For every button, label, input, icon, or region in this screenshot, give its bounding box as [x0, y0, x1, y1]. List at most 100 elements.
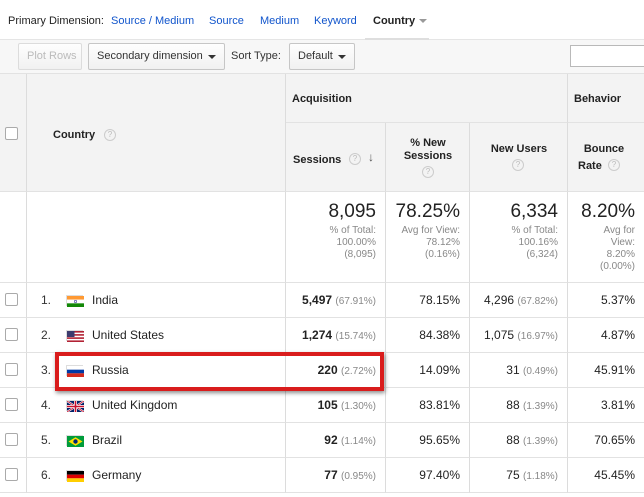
totals-bounce-sub: Avg for View: 8.20% (0.00%) — [599, 225, 635, 272]
row-new-users-cell: 31 (0.49%) — [470, 353, 568, 388]
bounce-rate-header-line2[interactable]: Rate — [578, 160, 602, 172]
row-new-users: 31 (0.49%) — [506, 363, 558, 377]
new-users-percent: (1.39%) — [522, 436, 558, 447]
dimension-link-source-medium[interactable]: Source / Medium — [111, 15, 194, 27]
new-sessions-header-cell[interactable]: % New Sessions ? — [386, 123, 470, 192]
row-new-users: 1,075 (16.97%) — [484, 328, 558, 342]
row-checkbox[interactable] — [5, 363, 18, 376]
germany-flag-icon — [66, 470, 84, 482]
india-flag-icon — [66, 295, 84, 307]
primary-dimension-bar: Primary Dimension: Source / Medium Sourc… — [0, 0, 644, 40]
new-users-value: 1,075 — [484, 328, 515, 342]
chevron-down-icon[interactable] — [419, 19, 427, 23]
table-search-input[interactable] — [570, 45, 644, 67]
dimension-link-source[interactable]: Source — [209, 15, 244, 27]
row-sessions: 105 (1.30%) — [318, 398, 376, 412]
totals-new-users-cell: 6,334 % of Total: 100.16% (6,324) — [470, 192, 568, 283]
primary-dimension-label: Primary Dimension: — [8, 15, 104, 27]
country-column-header[interactable]: Country — [53, 129, 95, 141]
row-bounce-cell: 45.91% — [568, 353, 644, 388]
totals-bounce-value: 8.20% — [581, 201, 635, 222]
sessions-header-cell[interactable]: Sessions ? ↓ — [286, 123, 386, 192]
help-icon[interactable]: ? — [104, 129, 116, 141]
country-link[interactable]: Brazil — [92, 433, 122, 447]
row-new-sessions-cell: 97.40% — [386, 458, 470, 493]
row-new-users-cell: 88 (1.39%) — [470, 388, 568, 423]
row-index: 1. — [41, 293, 52, 307]
new-users-percent: (1.39%) — [522, 401, 558, 412]
bounce-rate-value: 45.91% — [594, 363, 635, 377]
row-sessions-cell: 1,274 (15.74%) — [286, 318, 386, 353]
new-users-value: 4,296 — [484, 293, 515, 307]
bounce-rate-header-cell[interactable]: Bounce Rate ? — [568, 123, 644, 192]
row-new-users-cell: 88 (1.39%) — [470, 423, 568, 458]
sessions-value: 77 — [324, 468, 338, 482]
totals-sessions-sub: % of Total: 100.00% (8,095) — [329, 225, 376, 260]
row-checkbox[interactable] — [5, 398, 18, 411]
data-table: Country ? Acquisition Behavior Sessions … — [0, 74, 644, 497]
row-bounce-cell: 70.65% — [568, 423, 644, 458]
row-index: 6. — [41, 468, 52, 482]
row-new-users: 4,296 (67.82%) — [484, 293, 558, 307]
sort-type-value: Default — [298, 50, 333, 62]
new-users-percent: (1.18%) — [522, 471, 558, 482]
row-sessions: 77 (0.95%) — [324, 468, 376, 482]
select-all-checkbox[interactable] — [5, 127, 18, 140]
new-users-value: 88 — [506, 398, 520, 412]
row-sessions-cell: 77 (0.95%) — [286, 458, 386, 493]
united-kingdom-flag-icon — [66, 400, 85, 413]
country-link[interactable]: United Kingdom — [92, 398, 177, 412]
row-checkbox[interactable] — [5, 293, 18, 306]
help-icon[interactable]: ? — [422, 166, 434, 178]
dimension-link-medium[interactable]: Medium — [260, 15, 299, 27]
row-checkbox-cell — [0, 318, 27, 353]
country-link[interactable]: India — [92, 293, 118, 307]
country-link[interactable]: United States — [92, 328, 164, 342]
secondary-dimension-dropdown[interactable]: Secondary dimension — [88, 43, 225, 70]
row-checkbox[interactable] — [5, 328, 18, 341]
sessions-percent: (15.74%) — [335, 331, 376, 342]
dimension-link-keyword[interactable]: Keyword — [314, 15, 357, 27]
sessions-percent: (1.30%) — [340, 401, 376, 412]
country-link[interactable]: Germany — [92, 468, 141, 482]
row-checkbox[interactable] — [5, 468, 18, 481]
totals-sessions-cell: 8,095 % of Total: 100.00% (8,095) — [286, 192, 386, 283]
new-sessions-header-line2[interactable]: Sessions — [386, 150, 470, 162]
row-checkbox-cell — [0, 283, 27, 318]
row-new-users: 88 (1.39%) — [506, 398, 558, 412]
sessions-value: 1,274 — [302, 328, 333, 342]
sessions-value: 105 — [317, 398, 338, 412]
sessions-column-header[interactable]: Sessions — [293, 154, 341, 166]
sessions-percent: (1.14%) — [340, 436, 376, 447]
russia-row-highlight — [55, 352, 384, 391]
help-icon[interactable]: ? — [608, 159, 620, 171]
row-bounce-cell: 45.45% — [568, 458, 644, 493]
new-users-column-header[interactable]: New Users — [470, 143, 568, 155]
bounce-rate-header-line1[interactable]: Bounce — [568, 143, 640, 155]
row-new-sessions-cell: 78.15% — [386, 283, 470, 318]
country-header-cell: Country ? — [27, 74, 286, 192]
new-sessions-header-line1[interactable]: % New — [386, 137, 470, 149]
plot-rows-button[interactable]: Plot Rows — [18, 43, 82, 70]
united-states-flag-icon — [66, 330, 84, 342]
acquisition-header-label: Acquisition — [292, 93, 352, 105]
help-icon[interactable]: ? — [349, 153, 361, 165]
totals-new-users-value: 6,334 — [510, 201, 558, 222]
new-users-value: 75 — [506, 468, 520, 482]
row-checkbox-cell — [0, 353, 27, 388]
row-index: 5. — [41, 433, 52, 447]
sessions-percent: (67.91%) — [335, 296, 376, 307]
row-checkbox-cell — [0, 423, 27, 458]
help-icon[interactable]: ? — [512, 159, 524, 171]
sort-descending-icon[interactable]: ↓ — [368, 150, 374, 164]
totals-bounce-cell: 8.20% Avg for View: 8.20% (0.00%) — [568, 192, 644, 283]
sort-type-dropdown[interactable]: Default — [289, 43, 355, 70]
row-bounce-cell: 4.87% — [568, 318, 644, 353]
new-users-percent: (16.97%) — [517, 331, 558, 342]
row-checkbox[interactable] — [5, 433, 18, 446]
dimension-active-country[interactable]: Country — [373, 15, 415, 27]
new-users-header-cell[interactable]: New Users ? — [470, 123, 568, 192]
secondary-dimension-label: Secondary dimension — [97, 50, 203, 62]
chevron-down-icon — [208, 55, 216, 59]
behavior-header-label: Behavior — [574, 93, 622, 105]
